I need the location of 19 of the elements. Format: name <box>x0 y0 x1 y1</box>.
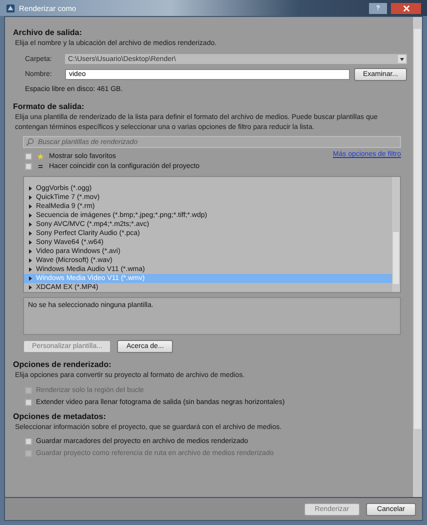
close-button[interactable] <box>391 2 421 14</box>
help-button[interactable] <box>369 2 387 14</box>
search-icon <box>26 138 34 146</box>
equals-icon <box>37 162 44 170</box>
section-heading: Opciones de metadatos: <box>13 412 107 421</box>
close-icon <box>402 4 410 12</box>
dropdown-arrow-icon <box>398 55 406 64</box>
help-icon <box>375 5 381 11</box>
checkbox[interactable] <box>25 398 32 406</box>
section-heading: Archivo de salida: <box>13 28 83 37</box>
checkbox[interactable] <box>25 152 32 160</box>
app-icon <box>6 4 15 12</box>
list-scrollbar[interactable] <box>392 177 400 292</box>
checkbox[interactable] <box>25 438 32 446</box>
section-heading: Formato de salida: <box>13 102 86 112</box>
checkbox[interactable] <box>25 162 32 170</box>
panel-scrollbar[interactable] <box>413 17 422 497</box>
section-heading: Opciones de renderizado: <box>13 360 112 370</box>
star-icon <box>37 152 44 160</box>
